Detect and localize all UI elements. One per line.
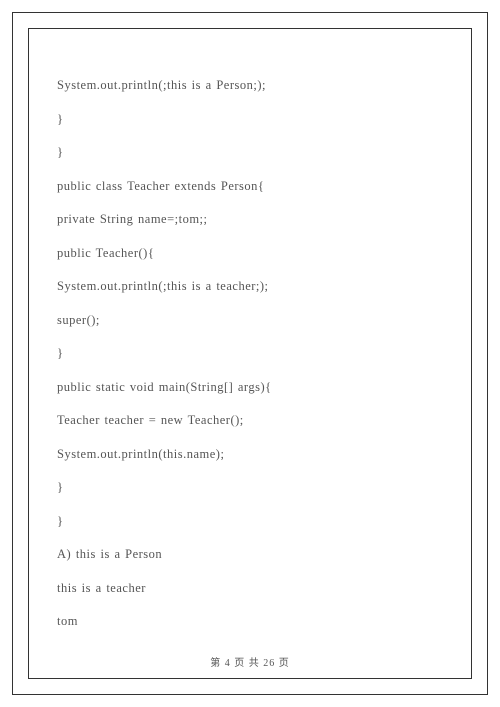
code-line: } xyxy=(57,513,443,531)
code-line: System.out.println(;this is a Person;); xyxy=(57,77,443,95)
code-line: System.out.println(this.name); xyxy=(57,446,443,464)
code-line: } xyxy=(57,345,443,363)
code-line: super(); xyxy=(57,312,443,330)
page-footer: 第 4 页 共 26 页 xyxy=(0,654,500,669)
code-line: A) this is a Person xyxy=(57,546,443,564)
code-line: } xyxy=(57,479,443,497)
inner-page-border: System.out.println(;this is a Person;); … xyxy=(28,28,472,679)
code-line: public static void main(String[] args){ xyxy=(57,379,443,397)
code-line: } xyxy=(57,144,443,162)
code-line: Teacher teacher = new Teacher(); xyxy=(57,412,443,430)
code-line: } xyxy=(57,111,443,129)
code-line: tom xyxy=(57,613,443,631)
code-line: private String name=;tom;; xyxy=(57,211,443,229)
code-line: public Teacher(){ xyxy=(57,245,443,263)
code-line: System.out.println(;this is a teacher;); xyxy=(57,278,443,296)
code-line: this is a teacher xyxy=(57,580,443,598)
code-line: public class Teacher extends Person{ xyxy=(57,178,443,196)
